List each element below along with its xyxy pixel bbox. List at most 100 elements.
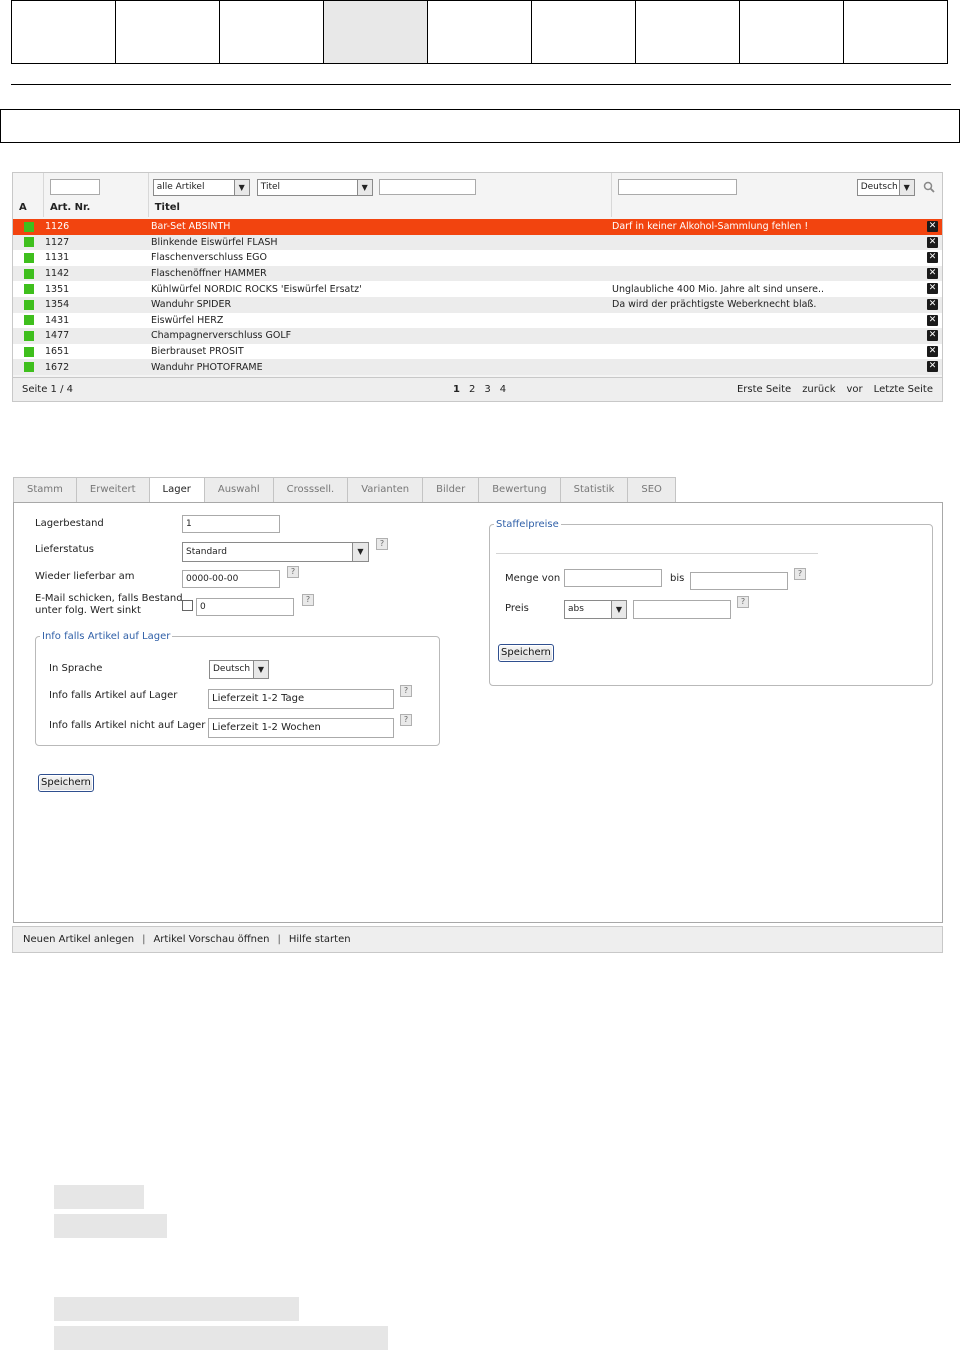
available-date-input[interactable]: 0000-00-00 [182, 570, 280, 588]
help-icon[interactable]: ? [376, 538, 388, 550]
tab-stamm[interactable]: Stamm [13, 477, 76, 503]
help-icon[interactable]: ? [287, 566, 299, 578]
new-article-link[interactable]: Neuen Artikel anlegen [23, 934, 134, 945]
delete-icon[interactable]: ✕ [927, 252, 938, 264]
table-row[interactable]: 1126 Bar-Set ABSINTH Darf in keiner Alko… [13, 219, 942, 235]
header-empty-box [0, 109, 960, 143]
staffel-save-button[interactable]: Speichern [498, 644, 554, 662]
page-nav: Erste Seite zurück vor Letzte Seite [737, 384, 933, 395]
language-select[interactable]: Deutsch ▼ [856, 179, 915, 196]
delete-icon[interactable]: ✕ [927, 298, 938, 310]
price-type-select[interactable]: abs ▼ [564, 600, 627, 619]
status-active-icon[interactable] [24, 346, 34, 357]
artikel-filter-select[interactable]: alle Artikel ▼ [152, 179, 250, 196]
next-page-link[interactable]: vor [847, 384, 863, 395]
title-filter-select[interactable]: Titel ▼ [256, 179, 373, 196]
page-link-2[interactable]: 2 [469, 384, 475, 395]
help-icon[interactable]: ? [302, 594, 314, 606]
available-label: Wieder lieferbar am [35, 571, 135, 582]
qty-from-input[interactable] [564, 569, 662, 587]
page-info: Seite 1 / 4 [22, 384, 73, 395]
tab-bewertung[interactable]: Bewertung [478, 477, 560, 503]
table-row[interactable]: 1127 Blinkende Eiswürfel FLASH ✕ [13, 234, 942, 251]
first-page-link[interactable]: Erste Seite [737, 384, 791, 395]
page-link-3[interactable]: 3 [484, 384, 490, 395]
table-row[interactable]: 1651 Bierbrauset PROSIT ✕ [13, 343, 942, 360]
last-page-link[interactable]: Letzte Seite [874, 384, 933, 395]
status-active-icon[interactable] [24, 330, 34, 341]
help-icon[interactable]: ? [400, 714, 412, 726]
table-row[interactable]: 1477 Champagnerverschluss GOLF ✕ [13, 328, 942, 344]
stock-input[interactable]: 1 [182, 515, 280, 533]
in-stock-input[interactable]: Lieferzeit 1-2 Tage [208, 689, 394, 709]
price-input[interactable] [633, 600, 731, 619]
tab-statistik[interactable]: Statistik [559, 477, 628, 503]
delete-icon[interactable]: ✕ [927, 283, 938, 295]
lang-label: In Sprache [49, 663, 103, 674]
pagination-bar: Seite 1 / 4 1 2 3 4 Erste Seite zurück v… [13, 377, 942, 401]
email-label-line1: E-Mail schicken, falls Bestand [35, 593, 183, 604]
table-row[interactable]: 1431 Eiswürfel HERZ ✕ [13, 312, 942, 329]
help-icon[interactable]: ? [794, 568, 806, 580]
row-title: Blinkende Eiswürfel FLASH [151, 236, 278, 248]
table-row[interactable]: 1672 Wanduhr PHOTOFRAME ✕ [13, 359, 942, 375]
tab-seo[interactable]: SEO [627, 477, 676, 503]
staffel-legend: Staffelpreise [496, 519, 559, 530]
delete-icon[interactable]: ✕ [927, 267, 938, 279]
tab-crosssell[interactable]: Crosssell. [272, 477, 348, 503]
delete-icon[interactable]: ✕ [927, 221, 938, 232]
header-divider [11, 84, 951, 85]
desc-filter-input[interactable] [617, 179, 737, 195]
footer-actions: Neuen Artikel anlegen | Artikel Vorschau… [12, 926, 943, 953]
redacted-bar [54, 1326, 388, 1350]
chevron-down-icon: ▼ [253, 661, 268, 678]
tab-erweitert[interactable]: Erweitert [75, 477, 149, 503]
email-label-line2: unter folg. Wert sinkt [35, 605, 141, 616]
page-link-4[interactable]: 4 [500, 384, 506, 395]
tab-lager[interactable]: Lager [148, 477, 204, 504]
price-type-value: abs [568, 604, 584, 614]
tab-varianten[interactable]: Varianten [347, 477, 423, 503]
out-stock-label: Info falls Artikel nicht auf Lager [49, 720, 206, 731]
status-active-icon[interactable] [24, 221, 34, 232]
tab-auswahl[interactable]: Auswahl [203, 477, 273, 503]
help-icon[interactable]: ? [400, 685, 412, 697]
status-active-icon[interactable] [24, 362, 34, 373]
table-row[interactable]: 1142 Flaschenöffner HAMMER ✕ [13, 265, 942, 282]
row-title: Wanduhr SPIDER [151, 299, 232, 311]
qty-to-input[interactable] [690, 572, 788, 590]
delete-icon[interactable]: ✕ [927, 345, 938, 357]
preview-link[interactable]: Artikel Vorschau öffnen [153, 934, 269, 945]
status-active-icon[interactable] [24, 268, 34, 279]
info-language-select[interactable]: Deutsch ▼ [209, 660, 269, 679]
help-link[interactable]: Hilfe starten [289, 934, 351, 945]
table-row[interactable]: 1131 Flaschenverschluss EGO ✕ [13, 250, 942, 266]
delete-icon[interactable]: ✕ [927, 361, 938, 373]
help-icon[interactable]: ? [737, 596, 749, 608]
tab-bilder[interactable]: Bilder [422, 477, 479, 503]
status-active-icon[interactable] [24, 315, 34, 326]
language-select-value: Deutsch [860, 182, 898, 192]
title-search-input[interactable] [378, 179, 476, 195]
delete-icon[interactable]: ✕ [927, 330, 938, 342]
status-active-icon[interactable] [24, 284, 34, 295]
delete-icon[interactable]: ✕ [927, 236, 938, 248]
save-button[interactable]: Speichern [38, 774, 94, 792]
page-link-1[interactable]: 1 [453, 384, 460, 395]
qty-to-label: bis [670, 573, 685, 584]
email-checkbox[interactable] [182, 600, 193, 611]
status-active-icon[interactable] [24, 252, 34, 263]
delete-icon[interactable]: ✕ [927, 314, 938, 326]
status-select[interactable]: Standard ▼ [182, 542, 369, 562]
status-active-icon[interactable] [24, 237, 34, 248]
table-row[interactable]: 1351 Kühlwürfel NORDIC ROCKS 'Eiswürfel … [13, 281, 942, 297]
table-row[interactable]: 1354 Wanduhr SPIDER Da wird der prächtig… [13, 296, 942, 313]
prev-page-link[interactable]: zurück [802, 384, 835, 395]
status-active-icon[interactable] [24, 299, 34, 310]
nr-filter-input[interactable] [49, 179, 100, 195]
top-box-2 [116, 1, 220, 63]
out-stock-input[interactable]: Lieferzeit 1-2 Wochen [208, 718, 394, 738]
email-threshold-input[interactable]: 0 [196, 598, 294, 616]
redacted-bar [54, 1297, 299, 1321]
search-icon[interactable] [923, 181, 935, 193]
